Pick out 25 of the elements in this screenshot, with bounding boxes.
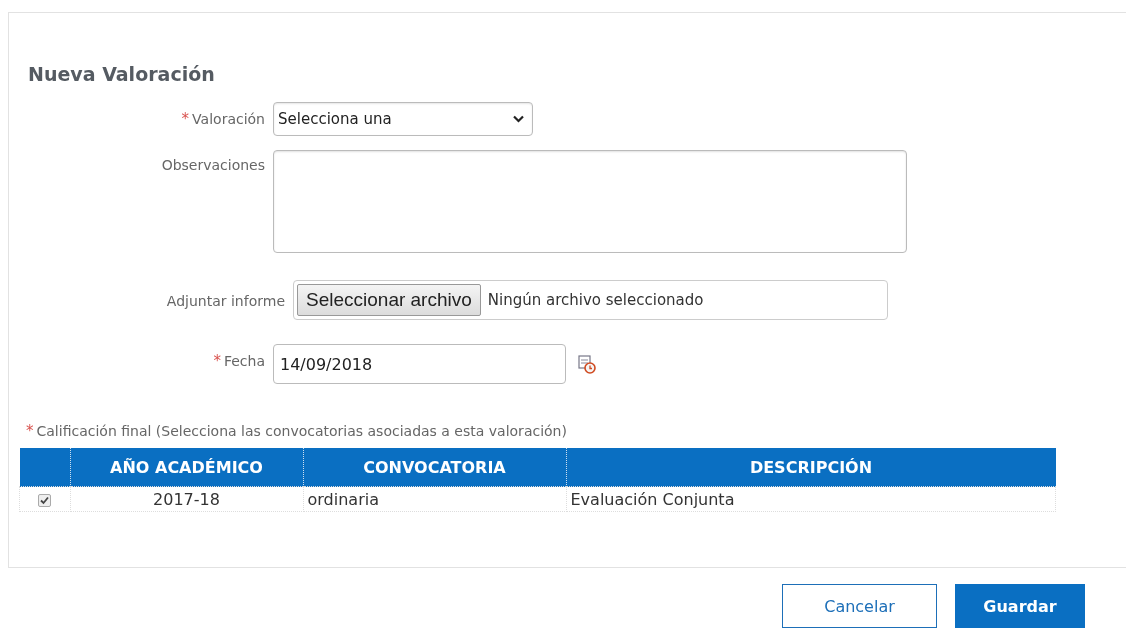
row-checkbox[interactable] (38, 493, 52, 507)
column-header: CONVOCATORIA (303, 448, 566, 487)
field-label: Observaciones (161, 157, 265, 173)
choose-file-button[interactable]: Seleccionar archivo (297, 284, 481, 316)
cancel-button[interactable]: Cancelar (782, 584, 937, 628)
chevron-down-icon (513, 115, 524, 123)
required-mark: * (26, 422, 34, 440)
date-field[interactable]: 14/09/2018 (273, 344, 566, 384)
table-cell: Evaluación Conjunta (566, 486, 1056, 512)
file-input[interactable]: Seleccionar archivo Ningún archivo seleccionado (293, 280, 888, 320)
required-mark: * (213, 352, 221, 370)
save-button[interactable]: Guardar (955, 584, 1085, 628)
field-label: Calificación final (Selecciona las convocatorias asociadas a esta valoración) (36, 423, 567, 439)
table-cell: 2017-18 (70, 486, 303, 512)
field-label: Fecha (223, 353, 265, 369)
form-title: Nueva Valoración (28, 63, 216, 85)
column-header: AÑO ACADÉMICO (70, 448, 303, 487)
calendar-clock-icon[interactable] (578, 354, 596, 374)
required-mark: * (181, 110, 190, 128)
column-header: DESCRIPCIÓN (566, 448, 1056, 487)
valoracion-dropdown[interactable]: Selecciona una (273, 102, 533, 136)
file-status: Ningún archivo seleccionado (487, 291, 704, 309)
field-label: Valoración (192, 111, 265, 127)
table-cell: ordinaria (303, 486, 566, 512)
field-label: Adjuntar informe (166, 293, 285, 309)
